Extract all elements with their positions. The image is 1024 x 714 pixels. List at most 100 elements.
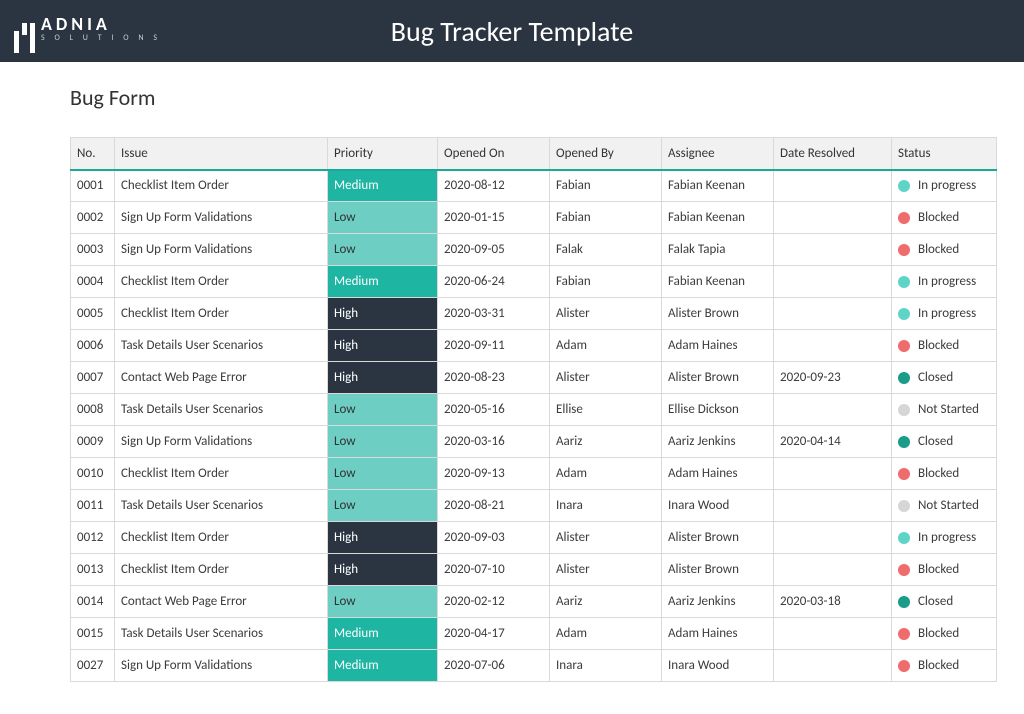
cell-priority[interactable]: High [328, 554, 438, 586]
cell-no[interactable]: 0007 [71, 362, 115, 394]
col-priority[interactable]: Priority [328, 138, 438, 170]
cell-opened-by[interactable]: Alister [550, 554, 662, 586]
cell-opened-on[interactable]: 2020-08-23 [438, 362, 550, 394]
cell-assignee[interactable]: Alister Brown [662, 298, 774, 330]
cell-no[interactable]: 0013 [71, 554, 115, 586]
cell-date-resolved[interactable] [774, 330, 892, 362]
cell-no[interactable]: 0004 [71, 266, 115, 298]
cell-opened-by[interactable]: Fabian [550, 266, 662, 298]
cell-issue[interactable]: Contact Web Page Error [115, 362, 328, 394]
cell-date-resolved[interactable] [774, 458, 892, 490]
cell-assignee[interactable]: Fabian Keenan [662, 202, 774, 234]
cell-opened-on[interactable]: 2020-03-31 [438, 298, 550, 330]
cell-status[interactable]: Not Started [892, 394, 997, 426]
cell-status[interactable]: Blocked [892, 330, 997, 362]
col-no[interactable]: No. [71, 138, 115, 170]
cell-opened-on[interactable]: 2020-06-24 [438, 266, 550, 298]
cell-assignee[interactable]: Fabian Keenan [662, 266, 774, 298]
cell-priority[interactable]: Low [328, 202, 438, 234]
cell-issue[interactable]: Sign Up Form Validations [115, 426, 328, 458]
col-issue[interactable]: Issue [115, 138, 328, 170]
cell-date-resolved[interactable] [774, 394, 892, 426]
cell-date-resolved[interactable] [774, 650, 892, 682]
cell-opened-on[interactable]: 2020-09-13 [438, 458, 550, 490]
cell-priority[interactable]: Low [328, 394, 438, 426]
cell-issue[interactable]: Sign Up Form Validations [115, 234, 328, 266]
cell-opened-on[interactable]: 2020-01-15 [438, 202, 550, 234]
cell-assignee[interactable]: Aariz Jenkins [662, 426, 774, 458]
cell-opened-by[interactable]: Alister [550, 522, 662, 554]
cell-priority[interactable]: Medium [328, 266, 438, 298]
cell-status[interactable]: Closed [892, 586, 997, 618]
cell-priority[interactable]: Medium [328, 170, 438, 202]
cell-issue[interactable]: Checklist Item Order [115, 522, 328, 554]
cell-opened-by[interactable]: Aariz [550, 586, 662, 618]
cell-opened-by[interactable]: Alister [550, 362, 662, 394]
cell-issue[interactable]: Task Details User Scenarios [115, 330, 328, 362]
cell-assignee[interactable]: Aariz Jenkins [662, 586, 774, 618]
table-row[interactable]: 0001Checklist Item OrderMedium2020-08-12… [71, 170, 997, 202]
cell-opened-on[interactable]: 2020-03-16 [438, 426, 550, 458]
table-row[interactable]: 0015Task Details User ScenariosMedium202… [71, 618, 997, 650]
cell-opened-on[interactable]: 2020-07-10 [438, 554, 550, 586]
cell-assignee[interactable]: Inara Wood [662, 650, 774, 682]
cell-status[interactable]: Blocked [892, 618, 997, 650]
cell-no[interactable]: 0008 [71, 394, 115, 426]
cell-assignee[interactable]: Adam Haines [662, 330, 774, 362]
cell-no[interactable]: 0027 [71, 650, 115, 682]
cell-opened-by[interactable]: Adam [550, 330, 662, 362]
cell-opened-by[interactable]: Adam [550, 618, 662, 650]
cell-assignee[interactable]: Alister Brown [662, 362, 774, 394]
cell-no[interactable]: 0003 [71, 234, 115, 266]
cell-priority[interactable]: Low [328, 426, 438, 458]
cell-opened-on[interactable]: 2020-08-21 [438, 490, 550, 522]
cell-no[interactable]: 0009 [71, 426, 115, 458]
cell-date-resolved[interactable] [774, 522, 892, 554]
cell-date-resolved[interactable] [774, 298, 892, 330]
cell-date-resolved[interactable] [774, 202, 892, 234]
cell-date-resolved[interactable] [774, 266, 892, 298]
cell-opened-by[interactable]: Ellise [550, 394, 662, 426]
cell-issue[interactable]: Checklist Item Order [115, 554, 328, 586]
cell-priority[interactable]: Medium [328, 618, 438, 650]
cell-no[interactable]: 0002 [71, 202, 115, 234]
table-row[interactable]: 0012Checklist Item OrderHigh2020-09-03Al… [71, 522, 997, 554]
cell-issue[interactable]: Contact Web Page Error [115, 586, 328, 618]
cell-issue[interactable]: Checklist Item Order [115, 298, 328, 330]
cell-status[interactable]: In progress [892, 298, 997, 330]
cell-issue[interactable]: Checklist Item Order [115, 170, 328, 202]
cell-opened-on[interactable]: 2020-02-12 [438, 586, 550, 618]
table-row[interactable]: 0006Task Details User ScenariosHigh2020-… [71, 330, 997, 362]
table-row[interactable]: 0008Task Details User ScenariosLow2020-0… [71, 394, 997, 426]
cell-opened-by[interactable]: Falak [550, 234, 662, 266]
cell-date-resolved[interactable]: 2020-09-23 [774, 362, 892, 394]
cell-issue[interactable]: Sign Up Form Validations [115, 202, 328, 234]
cell-opened-by[interactable]: Aariz [550, 426, 662, 458]
cell-status[interactable]: Blocked [892, 554, 997, 586]
cell-status[interactable]: In progress [892, 266, 997, 298]
cell-no[interactable]: 0006 [71, 330, 115, 362]
table-row[interactable]: 0004Checklist Item OrderMedium2020-06-24… [71, 266, 997, 298]
cell-status[interactable]: Closed [892, 362, 997, 394]
cell-assignee[interactable]: Ellise Dickson [662, 394, 774, 426]
cell-status[interactable]: Not Started [892, 490, 997, 522]
col-opened-by[interactable]: Opened By [550, 138, 662, 170]
cell-assignee[interactable]: Alister Brown [662, 554, 774, 586]
cell-priority[interactable]: Low [328, 458, 438, 490]
cell-no[interactable]: 0011 [71, 490, 115, 522]
cell-assignee[interactable]: Inara Wood [662, 490, 774, 522]
table-row[interactable]: 0005Checklist Item OrderHigh2020-03-31Al… [71, 298, 997, 330]
cell-date-resolved[interactable] [774, 490, 892, 522]
col-date-resolved[interactable]: Date Resolved [774, 138, 892, 170]
cell-opened-on[interactable]: 2020-04-17 [438, 618, 550, 650]
cell-issue[interactable]: Task Details User Scenarios [115, 394, 328, 426]
cell-issue[interactable]: Checklist Item Order [115, 458, 328, 490]
cell-date-resolved[interactable] [774, 234, 892, 266]
cell-opened-on[interactable]: 2020-09-03 [438, 522, 550, 554]
cell-status[interactable]: Blocked [892, 650, 997, 682]
cell-date-resolved[interactable]: 2020-04-14 [774, 426, 892, 458]
cell-assignee[interactable]: Alister Brown [662, 522, 774, 554]
table-row[interactable]: 0002Sign Up Form ValidationsLow2020-01-1… [71, 202, 997, 234]
cell-priority[interactable]: Low [328, 234, 438, 266]
col-assignee[interactable]: Assignee [662, 138, 774, 170]
